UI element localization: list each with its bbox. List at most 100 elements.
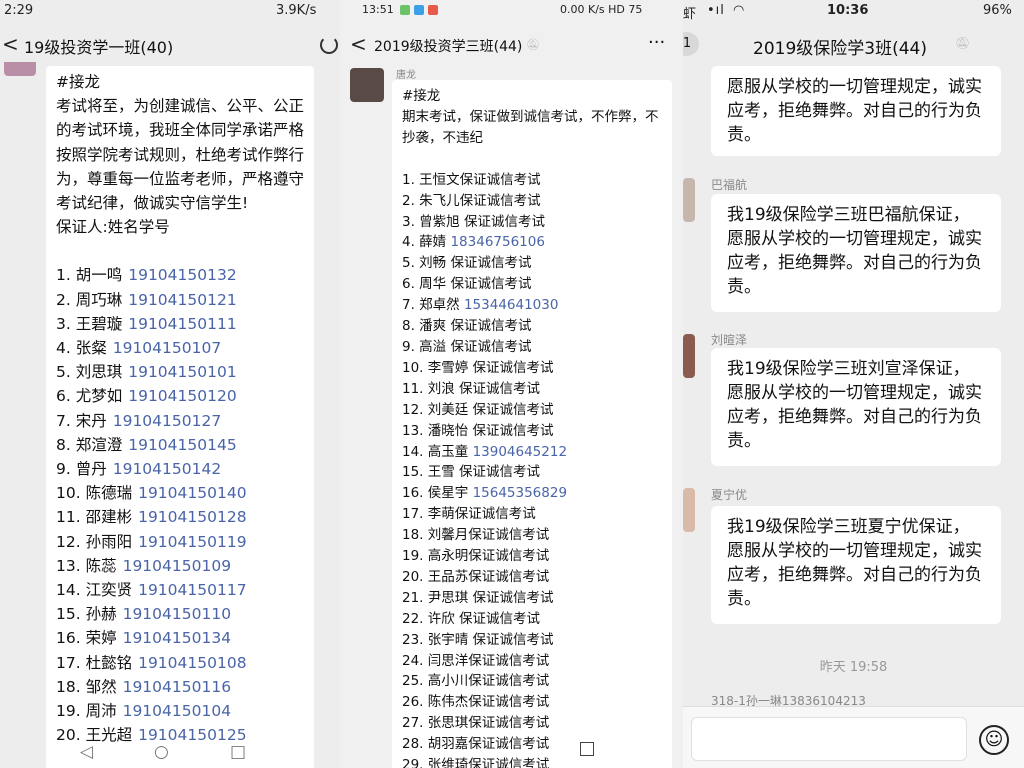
- list-item: 27. 张思琪保证诚信考试: [402, 713, 662, 734]
- student-name: 5. 刘思琪: [56, 363, 123, 382]
- student-name: 17. 杜懿铭: [56, 653, 133, 672]
- phone-number-link[interactable]: 13904645212: [473, 444, 567, 460]
- student-id-link[interactable]: 19104150120: [128, 387, 236, 405]
- mute-icon: 🔕︎: [526, 38, 540, 51]
- list-item: 7. 郑卓然 15344641030: [402, 295, 662, 316]
- back-nav-icon[interactable]: ◁: [80, 742, 93, 762]
- message-tag: #接龙: [56, 73, 100, 91]
- refresh-icon[interactable]: [320, 36, 338, 54]
- avatar[interactable]: [683, 334, 695, 378]
- student-name: 20. 王光超: [56, 726, 133, 745]
- student-id-link[interactable]: 19104150116: [123, 678, 231, 696]
- pledge-text: 7. 郑卓然: [402, 297, 464, 314]
- student-id-link[interactable]: 19104150117: [138, 581, 246, 599]
- network-speed: 3.9K/s: [276, 3, 317, 18]
- list-item: 10. 李雪婷 保证诚信考试: [402, 358, 662, 379]
- chat-header: < 19级投资学一班(40): [0, 22, 340, 66]
- phone-number-link[interactable]: 18346756106: [450, 234, 544, 250]
- chat-panel-investment-class-1: 2:29 3.9K/s < 19级投资学一班(40) #接龙 考试将至，为创建诚…: [0, 0, 340, 768]
- list-item: 3. 曾紫旭 保证诚信考试: [402, 212, 662, 233]
- chat-panel-insurance-class-3: 虾 •ıl ◠ 10:36 96% 1 2019级保险学3班(44) 🔕︎ 愿服…: [683, 0, 1024, 768]
- list-item: 12. 刘美廷 保证诚信考试: [402, 400, 662, 421]
- list-item: 1. 王恒文保证诚信考试: [402, 170, 662, 191]
- student-id-link[interactable]: 19104150132: [128, 266, 236, 284]
- pledge-text: 1. 王恒文保证诚信考试: [402, 171, 541, 188]
- list-item: 2. 朱飞儿保证诚信考试: [402, 191, 662, 212]
- list-item: 23. 张宇晴 保证诚信考试: [402, 630, 662, 651]
- student-name: 6. 尤梦如: [56, 387, 123, 406]
- list-item: 29. 张维琦保证诚信考试: [402, 755, 662, 768]
- student-name: 9. 曾丹: [56, 460, 107, 479]
- student-id-link[interactable]: 19104150127: [113, 412, 221, 430]
- student-name: 16. 荣婷: [56, 629, 117, 648]
- emoji-icon[interactable]: ☺: [979, 725, 1009, 755]
- student-id-link[interactable]: 19104150104: [123, 702, 231, 720]
- status-bar: 2:29 3.9K/s: [0, 0, 340, 22]
- more-options-icon[interactable]: ···: [648, 32, 665, 53]
- student-id-link[interactable]: 19104150119: [138, 533, 246, 551]
- phone-number-link[interactable]: 15645356829: [473, 485, 567, 501]
- chat-panel-investment-class-3: 13:51 0.00 K/s HD 75 < 2019级投资学三班(44) 🔕︎…: [340, 0, 683, 768]
- message-input[interactable]: [691, 717, 967, 761]
- pledge-text: 26. 陈伟杰保证诚信考试: [402, 694, 550, 711]
- pledge-text: 29. 张维琦保证诚信考试: [402, 757, 550, 768]
- list-item: 6. 周华 保证诚信考试: [402, 274, 662, 295]
- list-item: 4. 薛婧 18346756106: [402, 232, 662, 253]
- avatar[interactable]: [350, 68, 384, 102]
- message-bubble[interactable]: 我19级保险学三班刘宣泽保证，愿服从学校的一切管理规定，诚实应考，拒绝舞弊。对自…: [711, 348, 1001, 466]
- list-item: 24. 闫思洋保证诚信考试: [402, 651, 662, 672]
- student-id-link[interactable]: 19104150145: [128, 436, 236, 454]
- message-bubble[interactable]: #接龙 期末考试，保证做到诚信考试，不作弊，不抄袭，不违纪 1. 王恒文保证诚信…: [392, 80, 672, 768]
- back-arrow-icon[interactable]: <: [2, 32, 19, 56]
- avatar[interactable]: [683, 178, 695, 222]
- app-notification-icon: [428, 5, 438, 15]
- status-bar: 13:51 0.00 K/s HD 75: [340, 0, 683, 22]
- pledge-text: 20. 王品苏保证诚信考试: [402, 568, 550, 585]
- avatar[interactable]: [4, 62, 36, 76]
- message-intro: 考试将至，为创建诚信、公平、公正的考试环境，我班全体同学承诺严格按照学院考试规则…: [56, 97, 305, 213]
- pledge-text: 22. 许欣 保证诚信考试: [402, 610, 541, 627]
- recents-nav-icon[interactable]: [580, 742, 594, 756]
- pledge-text: 5. 刘畅 保证诚信考试: [402, 255, 532, 272]
- student-id-link[interactable]: 19104150128: [138, 508, 246, 526]
- student-id-link[interactable]: 19104150134: [123, 629, 231, 647]
- unread-count-badge[interactable]: 1: [683, 32, 699, 56]
- sender-name: 刘暄泽: [711, 333, 748, 347]
- list-item: 14. 江奕贤 19104150117: [56, 578, 304, 602]
- list-item: 1. 胡一鸣 19104150132: [56, 263, 304, 287]
- list-item: 14. 高玉童 13904645212: [402, 442, 662, 463]
- home-nav-icon[interactable]: ○: [154, 742, 169, 762]
- recents-nav-icon[interactable]: □: [230, 742, 246, 762]
- message-bubble[interactable]: 愿服从学校的一切管理规定，诚实应考，拒绝舞弊。对自己的行为负责。: [711, 66, 1001, 156]
- signup-list: 1. 王恒文保证诚信考试 2. 朱飞儿保证诚信考试 3. 曾紫旭 保证诚信考试 4. …: [402, 170, 662, 768]
- list-item: 20. 王光超 19104150125: [56, 723, 304, 747]
- list-item: 13. 潘晓怡 保证诚信考试: [402, 421, 662, 442]
- message-bubble[interactable]: 我19级保险学三班夏宁优保证，愿服从学校的一切管理规定，诚实应考，拒绝舞弊。对自…: [711, 506, 1001, 624]
- list-item: 25. 高小川保证诚信考试: [402, 671, 662, 692]
- student-name: 14. 江奕贤: [56, 581, 133, 600]
- student-id-link[interactable]: 19104150110: [123, 605, 231, 623]
- student-id-link[interactable]: 19104150108: [138, 654, 246, 672]
- pledge-text: 9. 高溢 保证诚信考试: [402, 338, 532, 355]
- student-id-link[interactable]: 19104150121: [128, 291, 236, 309]
- list-item: 7. 宋丹 19104150127: [56, 409, 304, 433]
- message-input-bar: ☺: [683, 706, 1024, 768]
- back-arrow-icon[interactable]: <: [350, 32, 367, 56]
- list-item: 22. 许欣 保证诚信考试: [402, 609, 662, 630]
- message-bubble[interactable]: 我19级保险学三班巴福航保证，愿服从学校的一切管理规定，诚实应考，拒绝舞弊。对自…: [711, 194, 1001, 312]
- signup-list: 1. 胡一鸣 19104150132 2. 周巧琳 19104150121 3. 王碧璇…: [56, 263, 304, 747]
- list-item: 8. 郑渲澄 19104150145: [56, 433, 304, 457]
- student-id-link[interactable]: 19104150101: [128, 363, 236, 381]
- student-id-link[interactable]: 19104150111: [128, 315, 236, 333]
- pledge-text: 24. 闫思洋保证诚信考试: [402, 652, 550, 669]
- status-bar: 虾 •ıl ◠ 10:36 96%: [683, 0, 1024, 22]
- phone-number-link[interactable]: 15344641030: [464, 297, 558, 313]
- student-id-link[interactable]: 19104150107: [113, 339, 221, 357]
- student-id-link[interactable]: 19104150142: [113, 460, 221, 478]
- student-id-link[interactable]: 19104150109: [123, 557, 231, 575]
- student-id-link[interactable]: 19104150140: [138, 484, 246, 502]
- chat-title: 19级投资学一班(40): [24, 38, 174, 57]
- message-bubble[interactable]: #接龙 考试将至，为创建诚信、公平、公正的考试环境，我班全体同学承诺严格按照学院…: [46, 66, 314, 768]
- battery-percent: 96%: [983, 3, 1012, 18]
- avatar[interactable]: [683, 488, 695, 532]
